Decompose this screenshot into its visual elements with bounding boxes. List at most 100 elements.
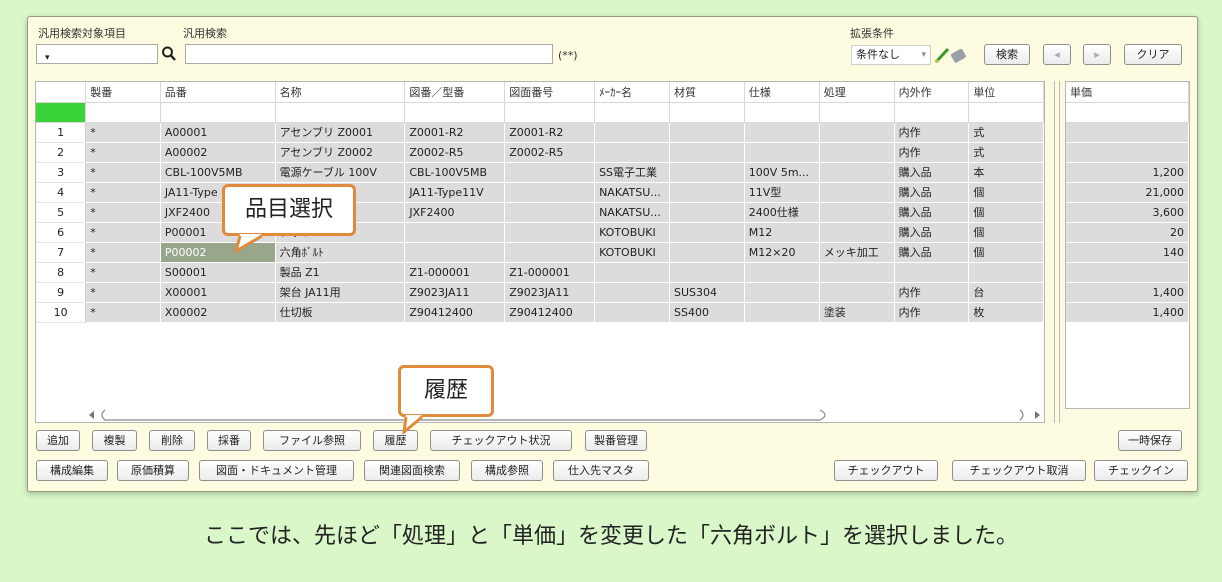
price-row[interactable]: 1,400	[1066, 302, 1189, 323]
row-number[interactable]: 4	[36, 182, 87, 203]
price-row[interactable]: 3,600	[1066, 202, 1189, 223]
price-row[interactable]: 21,000	[1066, 182, 1189, 203]
cell-tani[interactable]: 個	[968, 242, 1044, 263]
cell-name[interactable]: 製品 Z1	[275, 262, 406, 283]
checkout-cancel-button[interactable]: チェックアウト取消	[952, 460, 1086, 481]
cell-seiban[interactable]: *	[85, 302, 161, 323]
cell-seiban[interactable]: *	[85, 222, 161, 243]
cell-zaishitsu[interactable]: SS400	[669, 302, 745, 323]
price-row[interactable]: 1,200	[1066, 162, 1189, 183]
table-row[interactable]: 3 * CBL-100V5MB 電源ケーブル 100V CBL-100V5MB SS電子工…	[36, 162, 1044, 183]
cell-seiban[interactable]: *	[85, 282, 161, 303]
table-row[interactable]: 6*P00001ナットKOTOBUKIM12購入品個	[36, 222, 1044, 243]
cell-seiban[interactable]: *	[85, 202, 161, 223]
row-number[interactable]: 5	[36, 202, 87, 223]
edit-condition-icon[interactable]	[932, 45, 972, 65]
cell-zumen[interactable]: Z0001-R2	[504, 122, 596, 143]
cell-zuban[interactable]: CBL-100V5MB	[404, 162, 506, 183]
cell-shiyou[interactable]: 100V 5m...	[744, 162, 820, 183]
row-number[interactable]: 10	[36, 302, 87, 323]
row-number[interactable]: 6	[36, 222, 87, 243]
cell-maker[interactable]: NAKATSU...	[594, 202, 671, 223]
row-number[interactable]: 3	[36, 162, 87, 183]
toolbar-button[interactable]: 削除	[149, 430, 195, 451]
cell-maker[interactable]: KOTOBUKI	[594, 222, 671, 243]
cell-zumen[interactable]	[504, 182, 596, 203]
cell-shori[interactable]	[819, 182, 895, 203]
column-header[interactable]: 仕様	[744, 82, 820, 103]
cell-shori[interactable]	[819, 202, 895, 223]
cell-tani[interactable]: 式	[968, 142, 1044, 163]
table-row[interactable]: 9 * X00001 架台 JA11用 Z9023JA11 Z9023JA11 SUS304…	[36, 282, 1044, 303]
price-row[interactable]: 140	[1066, 242, 1189, 263]
horizontal-scrollbar[interactable]	[85, 407, 1047, 421]
cell-tani[interactable]: 台	[968, 282, 1044, 303]
cell-zumen[interactable]: Z0002-R5	[504, 142, 596, 163]
cell-seiban[interactable]: *	[85, 262, 161, 283]
cell-price[interactable]: 1,400	[1066, 282, 1189, 303]
row-number[interactable]: 1	[36, 122, 87, 143]
toolbar-button[interactable]: 採番	[207, 430, 251, 451]
cell-zaishitsu[interactable]	[669, 202, 745, 223]
cell-price[interactable]	[1066, 142, 1189, 163]
column-header[interactable]: 処理	[819, 82, 895, 103]
cell-shori[interactable]: 塗装	[819, 302, 895, 323]
cell-hinban[interactable]: X00002	[160, 302, 276, 323]
cell-tani[interactable]	[968, 262, 1044, 283]
cell-shori[interactable]	[819, 262, 895, 283]
cell-shiyou[interactable]	[744, 142, 820, 163]
cell-zumen[interactable]	[504, 202, 596, 223]
toolbar-button[interactable]: 製番管理	[585, 430, 647, 451]
cell-shori[interactable]	[819, 162, 895, 183]
cell-shiyou[interactable]: M12	[744, 222, 820, 243]
cell-zumen[interactable]: Z90412400	[504, 302, 596, 323]
column-header[interactable]: ﾒｰｶｰ名	[594, 82, 671, 103]
cell-price[interactable]: 21,000	[1066, 182, 1189, 203]
cell-maker[interactable]	[594, 142, 671, 163]
cell-shori[interactable]	[819, 222, 895, 243]
cell-zumen[interactable]	[504, 222, 596, 243]
general-search-input[interactable]	[185, 44, 553, 64]
cell-hinban[interactable]: S00001	[160, 262, 276, 283]
cell-zaishitsu[interactable]	[669, 142, 745, 163]
search-button[interactable]: 検索	[984, 44, 1030, 65]
cell-hinban[interactable]: A00001	[160, 122, 276, 143]
toolbar-button[interactable]: 複製	[92, 430, 137, 451]
cell-naigai[interactable]: 内作	[894, 282, 970, 303]
filter-cell[interactable]	[594, 102, 671, 123]
cell-zaishitsu[interactable]	[669, 262, 745, 283]
cell-hinban[interactable]: CBL-100V5MB	[160, 162, 276, 183]
cell-zumen[interactable]: Z9023JA11	[504, 282, 596, 303]
filter-cell[interactable]	[1066, 102, 1189, 123]
filter-cell[interactable]	[160, 102, 276, 123]
table-row[interactable]: 7 * P00002 六角ﾎﾞﾙﾄ KOTOBUKI M12×20 メッキ加工 購入品個	[36, 242, 1044, 263]
cell-hinban[interactable]: X00001	[160, 282, 276, 303]
filter-cell[interactable]	[819, 102, 895, 123]
cell-name[interactable]: 架台 JA11用	[275, 282, 406, 303]
cell-zuban[interactable]: Z9023JA11	[404, 282, 506, 303]
price-header[interactable]: 単価	[1066, 82, 1189, 103]
next-page-button[interactable]: ▸	[1083, 44, 1111, 65]
filter-cell[interactable]	[894, 102, 970, 123]
toolbar-button[interactable]: 仕入先マスタ	[553, 460, 649, 481]
toolbar-button[interactable]: 原価積算	[117, 460, 189, 481]
cell-tani[interactable]: 枚	[968, 302, 1044, 323]
row-number[interactable]: 9	[36, 282, 87, 303]
cell-shiyou[interactable]	[744, 122, 820, 143]
cell-name[interactable]: 六角ﾎﾞﾙﾄ	[275, 242, 406, 263]
table-row[interactable]: 2 * A00002 アセンブリ Z0002 Z0002-R5 Z0002-R5 内作式	[36, 142, 1044, 163]
cell-maker[interactable]: NAKATSU...	[594, 182, 671, 203]
clear-button[interactable]: クリア	[1124, 44, 1182, 65]
price-row[interactable]	[1066, 262, 1189, 283]
cell-maker[interactable]: SS電子工業	[594, 162, 671, 183]
cell-zuban[interactable]: Z0001-R2	[404, 122, 506, 143]
cell-shiyou[interactable]: 2400仕様	[744, 202, 820, 223]
column-header[interactable]: 単位	[968, 82, 1044, 103]
toolbar-button[interactable]: 関連図面検索	[364, 460, 460, 481]
price-row[interactable]	[1066, 142, 1189, 163]
grid-splitter[interactable]	[1054, 81, 1060, 423]
cell-zumen[interactable]: Z1-000001	[504, 262, 596, 283]
toolbar-button[interactable]: 構成編集	[36, 460, 108, 481]
price-row[interactable]: 20	[1066, 222, 1189, 243]
cell-price[interactable]: 140	[1066, 242, 1189, 263]
